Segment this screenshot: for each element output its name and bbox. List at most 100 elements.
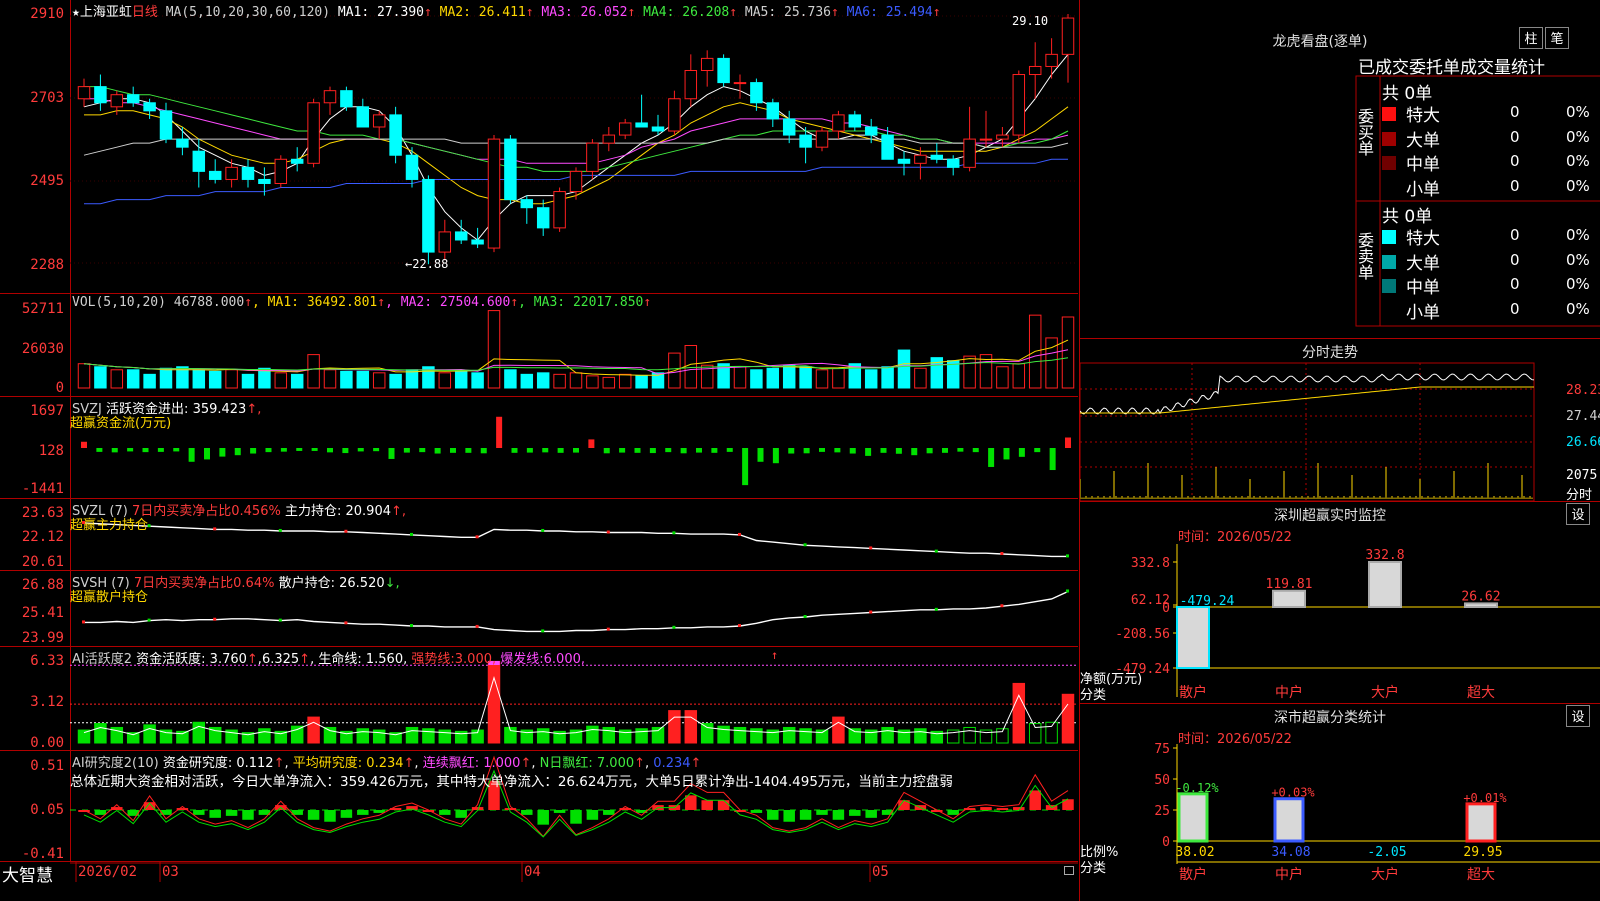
svzj-bar	[542, 448, 549, 453]
intraday-chart[interactable]	[1080, 339, 1600, 501]
ai-research-bar	[783, 810, 795, 822]
ai-active-bar	[536, 728, 550, 744]
svsh-value: 26.520	[339, 576, 385, 591]
svzj-bar	[511, 448, 518, 453]
ma-value: MA2: 26.411	[431, 5, 526, 20]
ai-active-bar	[782, 726, 796, 744]
sz-monitor-panel[interactable]: 深圳超赢实时监控 设 时间：2026/05/22 332.8 62.12 0 -208…	[1079, 501, 1600, 703]
candle	[651, 126, 665, 132]
volume-bar	[733, 366, 747, 389]
intraday-panel[interactable]: 分时走势 28.23 27.44 26.66 2075 分时	[1079, 338, 1600, 503]
ma-values: MA1: 27.390↑ MA2: 26.411↑ MA3: 26.052↑ M…	[338, 5, 941, 20]
ai-nday-label: N日飘红:	[539, 756, 593, 771]
svzj-bar	[911, 448, 918, 456]
svzj-bar	[311, 448, 318, 451]
sz-monitor-axis-title2: 分类	[1080, 688, 1107, 703]
ai-research-bar	[209, 810, 221, 818]
candle	[389, 114, 402, 156]
kline-high-label: 29.10	[1012, 14, 1049, 28]
order-size-label: 特大	[1406, 106, 1440, 126]
volume-bar	[864, 369, 878, 389]
ai-active-bar	[307, 716, 320, 744]
sz-monitor-value: 332.8	[1365, 548, 1404, 563]
svsh-line-tick	[82, 620, 85, 624]
volume-bar	[159, 367, 173, 389]
svzj-bar	[634, 448, 641, 453]
volume-panel[interactable]: 52711 26030 0 VOL(5,10,20) 46788.000↑, M…	[0, 294, 1078, 397]
volume-bar	[832, 367, 845, 389]
svzj-bar	[1065, 437, 1071, 448]
candle	[1045, 53, 1058, 67]
order-size-label: 特大	[1406, 229, 1440, 249]
ai-research-bar	[685, 795, 697, 810]
candle	[159, 110, 173, 140]
svsh-panel[interactable]: 26.88 25.41 23.99 SVSH (7) 7日内买卖净占比0.64%…	[0, 571, 1078, 647]
svsh-label: 散户持仓:	[278, 576, 335, 591]
ai-research-bar	[767, 810, 779, 820]
ai-active-bar	[848, 728, 862, 744]
ai-research-bar	[717, 800, 730, 810]
svzj-bar	[81, 441, 87, 448]
sz-class-change: +0.01%	[1463, 791, 1507, 805]
ai-active-bar	[405, 726, 419, 744]
ai-active-panel[interactable]: 6.33 3.12 0.00 AI活跃度2 资金活跃度: 3.760↑,6.32…	[0, 647, 1078, 751]
candle	[684, 69, 698, 100]
sz-class-panel[interactable]: 深市超赢分类统计 设 时间：2026/05/22 75 50 25 0 -0.12% 38…	[1079, 703, 1600, 901]
kline-chart[interactable]	[0, 0, 1078, 293]
ai-research-bar	[193, 810, 205, 815]
svzj-bar	[127, 448, 134, 452]
svzl-subtitle: 超赢主力持仓	[70, 518, 149, 533]
kline-panel[interactable]: 2910 2703 2495 2288 ★上海亚虹日线 MA(5,10,20,3…	[0, 0, 1078, 294]
svzj-bar	[895, 448, 902, 454]
intraday-vol-tick: 2075	[1566, 468, 1598, 483]
svzj-panel[interactable]: 1697 128 -1441 SVZJ 活跃资金进出: 359.423↑, 超赢…	[0, 397, 1078, 499]
svzj-bar	[957, 448, 964, 452]
volume-bar	[815, 369, 829, 389]
sz-class-y-tick: 0	[1162, 835, 1170, 850]
svzj-bar	[327, 448, 333, 453]
ai-research-bar	[307, 810, 320, 820]
svzj-bar	[665, 448, 672, 453]
candle	[1028, 65, 1042, 76]
svzj-bar	[188, 448, 195, 462]
ai-research-bar	[537, 810, 549, 825]
svsh-line-tick	[147, 618, 151, 622]
candle	[176, 138, 189, 148]
sz-class-category: 中户	[1275, 866, 1303, 883]
sz-class-y-tick: 25	[1154, 804, 1170, 819]
ai-active-bar	[684, 710, 698, 744]
period-label[interactable]: 日线	[132, 5, 158, 20]
ai-research-label: 资金研究度:	[162, 756, 233, 771]
intraday-y-tick: 26.66	[1566, 435, 1600, 450]
favorite-star-icon[interactable]: ★	[72, 5, 80, 20]
ai-research-bar	[340, 810, 353, 818]
sz-class-ratio: 34.08	[1271, 845, 1310, 860]
order-size-label: 小单	[1406, 179, 1440, 200]
ai-research-bar	[603, 810, 615, 815]
svsh-line-tick	[869, 610, 873, 614]
svzl-panel[interactable]: 23.63 22.12 20.61 SVZL (7) 7日内买卖净占比0.456…	[0, 499, 1078, 571]
svzj-bar	[234, 448, 241, 456]
ai-research-bar	[947, 810, 959, 815]
sz-monitor-category: 散户	[1179, 684, 1207, 701]
order-color-swatch	[1382, 156, 1396, 170]
ai-strong-value: 3.000	[454, 652, 492, 667]
ai-research-bar	[980, 807, 992, 810]
candle	[258, 178, 271, 184]
ai-strong-label: 强势线:	[411, 652, 455, 667]
ai-active-line	[83, 675, 1069, 736]
ai-active-bar	[832, 716, 845, 744]
ai-research-bar	[816, 810, 828, 815]
volume-arrow: ↑	[643, 295, 652, 310]
candle	[487, 138, 501, 249]
volume-value: 46788.000	[173, 295, 245, 310]
volume-bar	[586, 375, 599, 389]
ai-research-panel[interactable]: 0.51 0.05 -0.41 AI研究度2(10) 资金研究度: 0.112↑…	[0, 751, 1078, 862]
ma-value: MA1: 27.390	[337, 5, 424, 20]
order-count: 0	[1510, 250, 1520, 269]
candle	[700, 57, 714, 71]
sz-class-ratio: 29.95	[1463, 845, 1502, 860]
svsh-line-tick	[410, 624, 413, 628]
sz-class-category: 散户	[1179, 866, 1207, 883]
candle	[946, 158, 960, 168]
